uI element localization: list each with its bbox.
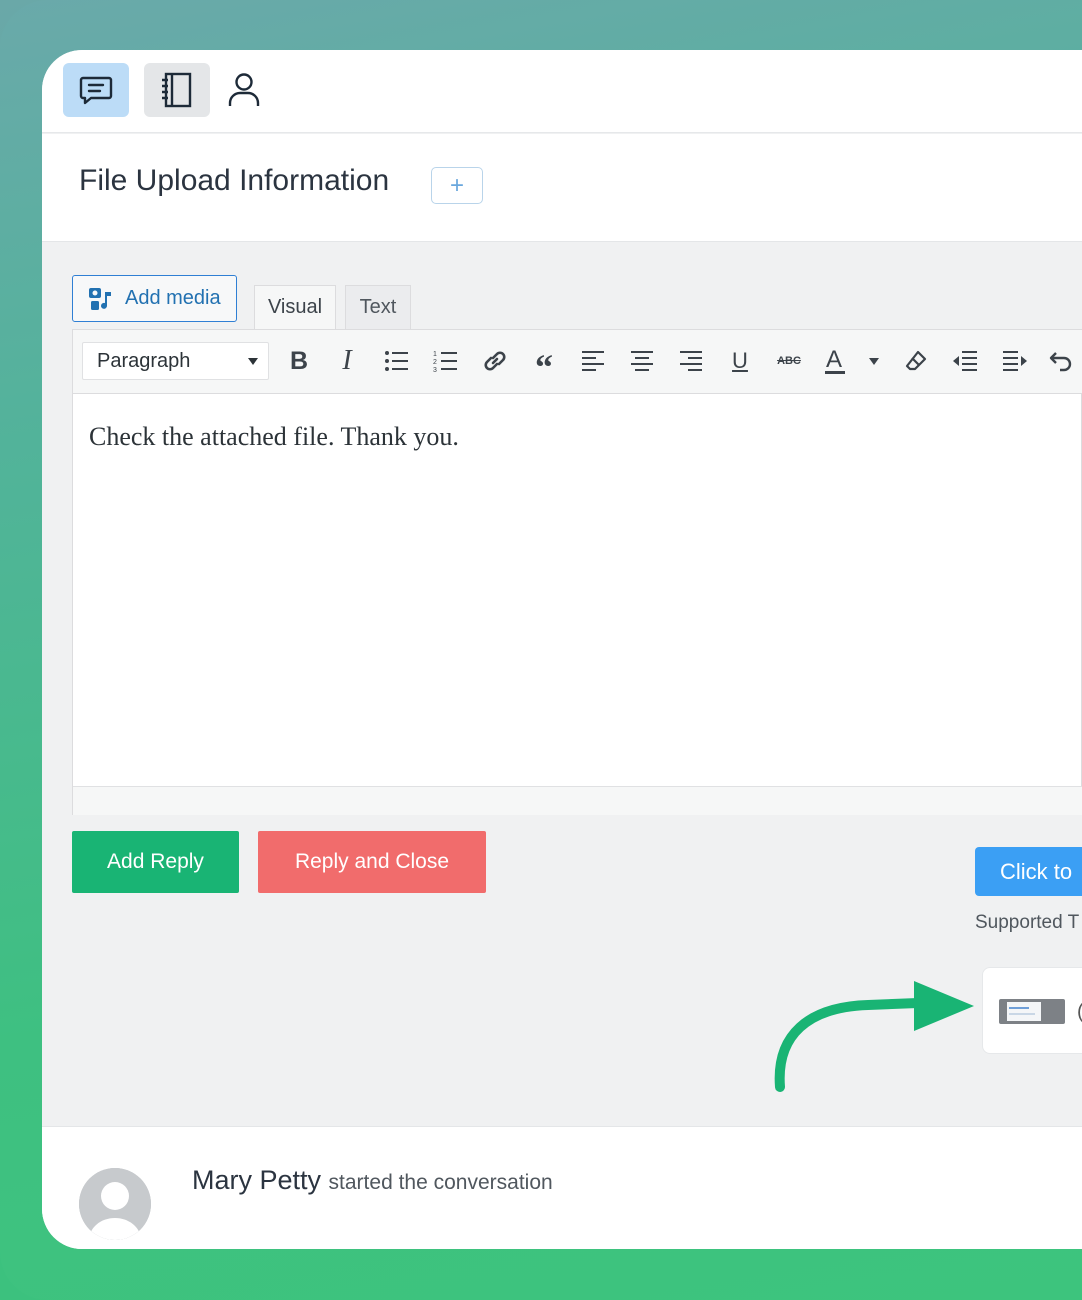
notebook-icon [162, 72, 192, 108]
text-color-dropdown[interactable] [863, 344, 885, 378]
clear-format-icon[interactable] [899, 344, 933, 378]
svg-text:2: 2 [433, 359, 437, 366]
customer-tab-button[interactable] [212, 63, 276, 117]
author-name[interactable]: Mary Petty [192, 1165, 321, 1195]
format-select[interactable]: Paragraph [82, 342, 269, 380]
upload-file-button[interactable]: Click to [975, 847, 1082, 896]
ticket-panel: File Upload Information + Add media Visu… [42, 50, 1082, 1249]
notebook-tab-button[interactable] [144, 63, 210, 117]
reply-and-close-button[interactable]: Reply and Close [258, 831, 486, 893]
indent-icon[interactable] [998, 344, 1032, 378]
align-center-icon[interactable] [625, 344, 659, 378]
strikethrough-icon[interactable]: ABC [772, 344, 806, 378]
add-field-button[interactable]: + [431, 167, 483, 204]
file-name-partial: ( [1077, 1001, 1082, 1024]
link-icon[interactable] [478, 344, 512, 378]
italic-icon[interactable]: I [330, 344, 364, 378]
add-reply-button[interactable]: Add Reply [72, 831, 239, 893]
chat-icon [79, 76, 113, 105]
file-thumbnail [999, 999, 1065, 1024]
add-media-label: Add media [125, 287, 221, 309]
svg-text:3: 3 [433, 367, 437, 373]
top-bar [42, 50, 1082, 133]
undo-icon[interactable] [1045, 344, 1079, 378]
editor-statusbar [73, 786, 1082, 815]
avatar [79, 1168, 151, 1240]
page-title: File Upload Information [79, 164, 390, 197]
caret-down-icon [869, 357, 879, 365]
author-action: started the conversation [328, 1171, 553, 1194]
bullet-list-icon[interactable] [380, 344, 414, 378]
underline-icon[interactable]: U [723, 344, 757, 378]
tab-text[interactable]: Text [345, 285, 411, 329]
tab-visual[interactable]: Visual [254, 285, 336, 329]
title-bar: File Upload Information + [42, 134, 1082, 242]
conversation-author-line: Mary Petty started the conversation [192, 1165, 553, 1196]
avatar-placeholder-icon [79, 1168, 151, 1240]
bold-icon[interactable]: B [282, 344, 316, 378]
media-icon [89, 287, 111, 310]
rich-text-editor: Paragraph B I 123 “ U ABC A Check the at… [72, 329, 1082, 815]
text-color-icon[interactable]: A [821, 344, 861, 378]
editor-content[interactable]: Check the attached file. Thank you. [89, 422, 459, 452]
svg-text:A: A [826, 346, 842, 373]
numbered-list-icon[interactable]: 123 [429, 344, 463, 378]
user-icon [228, 73, 260, 106]
format-select-value: Paragraph [97, 349, 191, 372]
svg-text:1: 1 [433, 351, 437, 358]
editor-toolbar: Paragraph B I 123 “ U ABC A [73, 330, 1082, 394]
supported-types-text: Supported T [975, 912, 1080, 933]
add-media-button[interactable]: Add media [72, 275, 237, 322]
align-right-icon[interactable] [674, 344, 708, 378]
arrow-icon [774, 981, 974, 1092]
chevron-down-icon [248, 358, 258, 365]
align-left-icon[interactable] [576, 344, 610, 378]
conversation-footer: Mary Petty started the conversation [42, 1126, 1082, 1249]
attached-file-card[interactable]: ( [982, 967, 1082, 1054]
chat-tab-button[interactable] [63, 63, 129, 117]
blockquote-icon[interactable]: “ [527, 344, 561, 387]
outdent-icon[interactable] [948, 344, 982, 378]
